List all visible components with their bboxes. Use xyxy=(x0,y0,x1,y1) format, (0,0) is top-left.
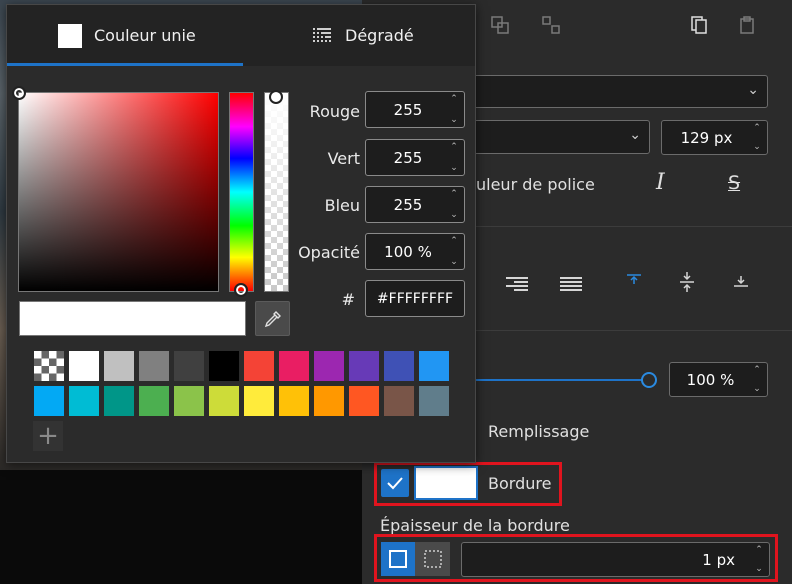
swatch[interactable] xyxy=(419,351,449,381)
sv-handle[interactable] xyxy=(12,86,26,100)
opacity-stepper[interactable]: 100 % ⌃ ⌄ xyxy=(669,362,768,397)
blue-input[interactable]: 255 ⌃ ⌄ xyxy=(365,186,465,223)
opacity-input[interactable]: 100 % ⌃ ⌄ xyxy=(365,233,465,270)
red-value: 255 xyxy=(393,100,423,119)
swatch[interactable] xyxy=(349,351,379,381)
font-size-value: 129 px xyxy=(680,128,733,147)
highlight-frame-border-width xyxy=(374,534,778,582)
swatch[interactable] xyxy=(384,351,414,381)
chevron-down-icon: ⌄ xyxy=(747,82,759,98)
spin-arrows-icon[interactable]: ⌃ ⌄ xyxy=(750,123,764,152)
square-swatch-icon xyxy=(58,23,82,48)
opacity-input-value: 100 % xyxy=(384,242,432,261)
swatch[interactable] xyxy=(279,351,309,381)
copy-icon[interactable] xyxy=(688,14,710,36)
swatch[interactable] xyxy=(314,386,344,416)
spin-arrows-icon[interactable]: ⌃ ⌄ xyxy=(447,94,461,125)
swatch[interactable] xyxy=(209,351,239,381)
alpha-slider[interactable] xyxy=(264,90,289,292)
current-color-preview xyxy=(19,301,246,336)
tab-gradient[interactable]: Dégradé xyxy=(313,5,414,66)
eyedropper-icon xyxy=(264,310,281,327)
saturation-value-picker[interactable] xyxy=(12,86,219,292)
color-mode-tabs: Couleur unie Dégradé xyxy=(7,5,475,66)
tab-gradient-label: Dégradé xyxy=(345,26,414,45)
group-icon[interactable] xyxy=(540,14,562,36)
font-style-dropdown[interactable]: ⌄ xyxy=(470,120,650,154)
canvas-background-dark xyxy=(0,470,362,584)
blue-label: Bleu xyxy=(324,196,360,215)
red-input[interactable]: 255 ⌃ ⌄ xyxy=(365,91,465,128)
font-color-label[interactable]: uleur de police xyxy=(476,175,595,194)
swatch[interactable] xyxy=(244,386,274,416)
opacity-label: Opacité xyxy=(298,243,360,262)
hue-handle[interactable] xyxy=(234,283,248,297)
align-justify-icon[interactable] xyxy=(560,275,582,295)
add-swatch-button[interactable]: + xyxy=(33,421,63,451)
swatch[interactable] xyxy=(69,351,99,381)
font-family-dropdown[interactable]: ⌄ xyxy=(470,75,768,108)
opacity-slider-thumb[interactable] xyxy=(641,372,657,388)
hex-value: #FFFFFFFF xyxy=(376,290,454,307)
font-size-stepper[interactable]: 129 px ⌃ ⌄ xyxy=(661,120,768,155)
spin-arrows-icon[interactable]: ⌃ ⌄ xyxy=(447,142,461,173)
spin-arrows-icon[interactable]: ⌃ ⌄ xyxy=(750,365,764,394)
opacity-slider-track[interactable] xyxy=(476,379,642,381)
swatch[interactable] xyxy=(314,351,344,381)
swatch[interactable] xyxy=(419,386,449,416)
color-picker-popup: Couleur unie Dégradé Rouge 255 ⌃⌄ Vert xyxy=(6,4,476,463)
hue-slider[interactable] xyxy=(229,92,254,297)
red-label: Rouge xyxy=(309,102,360,121)
tab-solid-color[interactable]: Couleur unie xyxy=(58,5,196,66)
swatch[interactable] xyxy=(209,386,239,416)
swatch[interactable] xyxy=(104,386,134,416)
green-label: Vert xyxy=(327,149,360,168)
swatch[interactable] xyxy=(174,386,204,416)
swatch[interactable] xyxy=(34,386,64,416)
italic-button[interactable]: I xyxy=(656,170,665,195)
valign-middle-icon[interactable] xyxy=(676,271,698,293)
active-tab-indicator xyxy=(7,63,243,66)
valign-bottom-icon[interactable] xyxy=(730,269,752,291)
opacity-value: 100 % xyxy=(686,370,735,389)
green-value: 255 xyxy=(393,148,423,167)
swatch[interactable] xyxy=(279,386,309,416)
gradient-grid-icon xyxy=(313,27,331,42)
swatch[interactable] xyxy=(104,351,134,381)
swatch[interactable] xyxy=(244,351,274,381)
align-right-icon[interactable] xyxy=(506,275,528,295)
paste-icon[interactable] xyxy=(737,14,759,36)
swatch[interactable] xyxy=(384,386,414,416)
hex-input[interactable]: #FFFFFFFF xyxy=(365,280,465,317)
fill-label[interactable]: Remplissage xyxy=(488,422,589,441)
arrange-back-icon[interactable] xyxy=(489,14,511,36)
swatch[interactable] xyxy=(139,386,169,416)
spin-arrows-icon[interactable]: ⌃ ⌄ xyxy=(447,236,461,267)
swatch-transparent[interactable] xyxy=(34,351,64,381)
border-width-label: Épaisseur de la bordure xyxy=(380,516,570,535)
strikethrough-button[interactable]: S xyxy=(728,172,740,194)
blue-value: 255 xyxy=(393,195,423,214)
swatch[interactable] xyxy=(69,386,99,416)
spin-arrows-icon[interactable]: ⌃ ⌄ xyxy=(447,189,461,220)
plus-icon: + xyxy=(37,421,59,451)
swatch[interactable] xyxy=(349,386,379,416)
highlight-frame-border xyxy=(374,462,562,506)
valign-top-icon[interactable] xyxy=(623,271,645,293)
swatch[interactable] xyxy=(139,351,169,381)
swatch[interactable] xyxy=(174,351,204,381)
eyedropper-button[interactable] xyxy=(255,301,290,336)
chevron-down-icon: ⌄ xyxy=(629,127,641,143)
green-input[interactable]: 255 ⌃ ⌄ xyxy=(365,139,465,176)
tab-solid-color-label: Couleur unie xyxy=(94,26,196,45)
